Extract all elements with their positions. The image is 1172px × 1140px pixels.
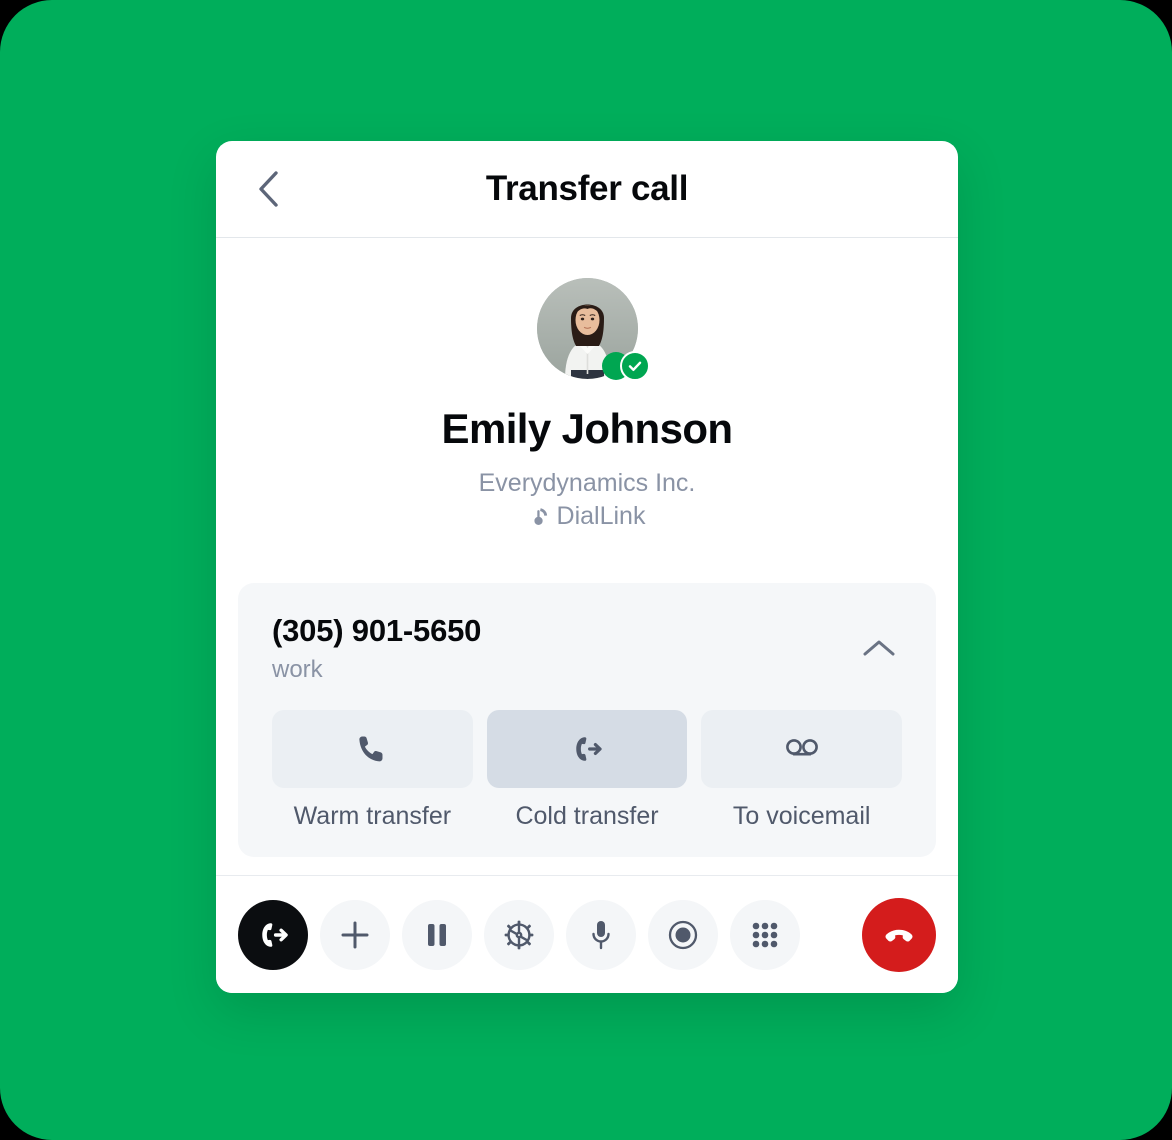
phone-forward-icon — [262, 922, 288, 947]
voicemail-tile — [701, 710, 903, 788]
record-icon — [668, 920, 698, 949]
panel-header: Transfer call — [216, 141, 958, 238]
voicemail-icon — [785, 739, 818, 756]
phone-icon — [359, 736, 383, 762]
panel-body: Emily Johnson Everydynamics Inc. DialLin… — [216, 238, 958, 875]
phone-number-label: work — [272, 656, 323, 683]
page-title: Transfer call — [485, 169, 689, 208]
transfer-options: Warm transfer Cold transfer To voicemail — [272, 710, 903, 831]
verified-check-icon — [619, 351, 650, 381]
transfer-option-cold[interactable]: Cold transfer — [486, 710, 688, 831]
chevron-up-icon — [863, 640, 895, 656]
phone-forward-icon — [576, 737, 602, 761]
transfer-call-panel: Transfer call Emily Johnson Everydynamic… — [216, 141, 958, 993]
call-controls-toolbar — [216, 875, 958, 993]
phone-number-card[interactable]: (305) 901-5650 work Warm transfer Cold t… — [238, 583, 936, 857]
cold-transfer-label: Cold transfer — [515, 802, 659, 830]
dialpad-icon — [752, 922, 778, 947]
phone-number-block: (305) 901-5650 work — [272, 613, 481, 684]
phone-number-row: (305) 901-5650 work — [272, 613, 902, 684]
chevron-left-icon — [259, 171, 278, 207]
voicemail-label: To voicemail — [732, 802, 871, 830]
hangup-icon — [885, 929, 913, 942]
check-icon — [628, 361, 641, 371]
add-call-button[interactable] — [320, 899, 390, 970]
contact-source-label: DialLink — [556, 502, 646, 530]
microphone-icon — [592, 920, 610, 949]
phone-number: (305) 901-5650 — [272, 613, 482, 648]
warm-transfer-label: Warm transfer — [293, 802, 452, 830]
keypad-button[interactable] — [730, 899, 800, 970]
transfer-option-warm[interactable]: Warm transfer — [272, 710, 473, 831]
contact-company: Everydynamics Inc. — [478, 469, 696, 497]
settings-button[interactable] — [484, 899, 554, 970]
back-button[interactable] — [246, 167, 290, 211]
collapse-button[interactable] — [856, 625, 902, 671]
cold-transfer-tile — [486, 710, 688, 788]
mute-button[interactable] — [566, 899, 636, 970]
contact-source: DialLink — [216, 502, 958, 531]
avatar — [536, 278, 650, 381]
contact-name: Emily Johnson — [441, 405, 734, 452]
gear-icon — [504, 920, 534, 949]
record-button[interactable] — [648, 899, 718, 970]
app-background: Transfer call Emily Johnson Everydynamic… — [0, 0, 1172, 1140]
warm-transfer-tile — [272, 710, 473, 788]
plus-icon — [341, 921, 369, 948]
hold-button[interactable] — [402, 899, 472, 970]
transfer-option-voicemail[interactable]: To voicemail — [701, 710, 903, 831]
pause-icon — [428, 923, 446, 946]
diallink-logo-icon — [533, 508, 547, 525]
hangup-button[interactable] — [862, 897, 936, 972]
status-badge — [601, 351, 650, 381]
transfer-button[interactable] — [238, 899, 308, 970]
